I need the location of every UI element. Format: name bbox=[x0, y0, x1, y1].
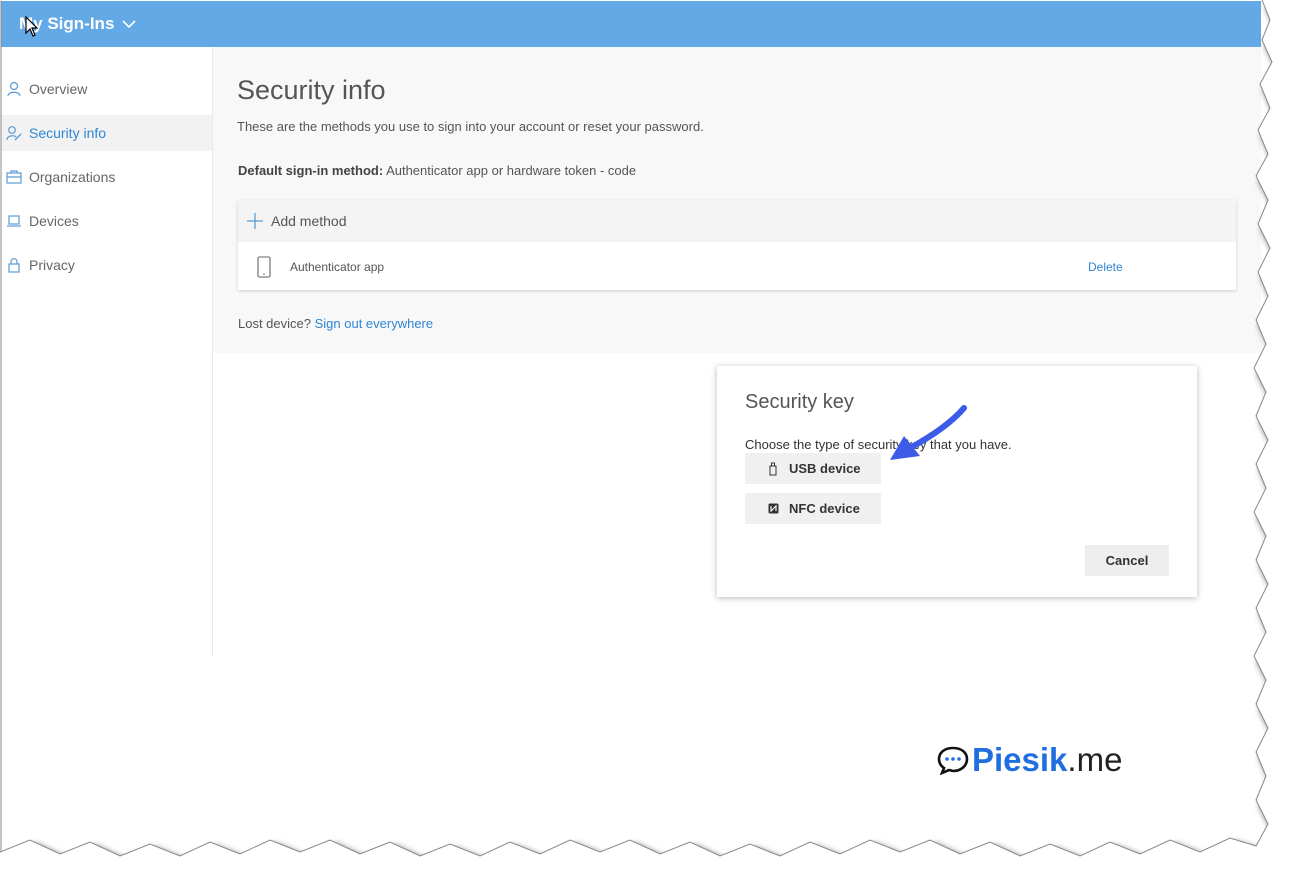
nfc-device-button[interactable]: NFC device bbox=[745, 493, 881, 524]
chat-bubble-icon bbox=[937, 746, 969, 775]
page-title: Security info bbox=[237, 75, 386, 105]
usb-device-label: USB device bbox=[789, 461, 861, 476]
sidebar-item-label: Privacy bbox=[29, 257, 75, 273]
cancel-button[interactable]: Cancel bbox=[1085, 545, 1169, 576]
methods-card: Add method Authenticator app Delete bbox=[238, 200, 1236, 290]
briefcase-icon bbox=[5, 168, 23, 186]
default-method-value: Authenticator app or hardware token - co… bbox=[383, 163, 637, 178]
method-name: Authenticator app bbox=[290, 260, 385, 274]
sidebar-item-organizations[interactable]: Organizations bbox=[1, 159, 212, 195]
nfc-icon bbox=[767, 502, 779, 516]
sidebar-item-devices[interactable]: Devices bbox=[1, 203, 212, 239]
page-description: These are the methods you use to sign in… bbox=[237, 119, 704, 134]
lost-device-text: Lost device? bbox=[238, 316, 315, 331]
add-method-button[interactable]: Add method bbox=[238, 200, 1236, 242]
top-bar: My Sign-Ins bbox=[1, 1, 1261, 47]
lost-device-line: Lost device? Sign out everywhere bbox=[238, 316, 433, 331]
list-item: Authenticator app Delete bbox=[238, 242, 1236, 290]
sign-out-everywhere-link[interactable]: Sign out everywhere bbox=[315, 316, 434, 331]
logo-text-secondary: .me bbox=[1067, 741, 1123, 778]
sidebar-item-security-info[interactable]: Security info bbox=[1, 115, 212, 151]
sidebar-item-label: Security info bbox=[29, 125, 107, 141]
person-icon bbox=[5, 80, 23, 98]
sidebar-item-label: Overview bbox=[29, 81, 88, 97]
sidebar: Overview Security info Organizations Dev… bbox=[1, 47, 213, 655]
phone-icon bbox=[257, 256, 271, 278]
dialog-title: Security key bbox=[745, 391, 854, 413]
logo-text-primary: Piesik bbox=[972, 741, 1068, 778]
default-sign-in-method: Default sign-in method: Authenticator ap… bbox=[238, 163, 636, 178]
sidebar-item-label: Organizations bbox=[29, 169, 116, 185]
mouse-cursor-icon bbox=[25, 16, 39, 37]
default-method-label: Default sign-in method: bbox=[238, 163, 384, 178]
nfc-device-label: NFC device bbox=[789, 501, 860, 516]
chevron-down-icon[interactable] bbox=[122, 17, 136, 31]
add-method-label: Add method bbox=[271, 213, 347, 229]
sidebar-item-label: Devices bbox=[29, 213, 79, 229]
annotation-arrow-icon bbox=[890, 405, 967, 460]
piesik-logo: Piesik .me bbox=[936, 740, 1122, 780]
lock-icon bbox=[5, 256, 23, 274]
sidebar-item-overview[interactable]: Overview bbox=[1, 71, 212, 107]
plus-icon bbox=[246, 212, 264, 230]
delete-link[interactable]: Delete bbox=[1088, 260, 1123, 274]
person-edit-icon bbox=[5, 124, 23, 142]
usb-device-button[interactable]: USB device bbox=[745, 453, 881, 484]
sidebar-item-privacy[interactable]: Privacy bbox=[1, 247, 212, 283]
usb-icon bbox=[767, 462, 779, 476]
laptop-icon bbox=[5, 212, 23, 230]
